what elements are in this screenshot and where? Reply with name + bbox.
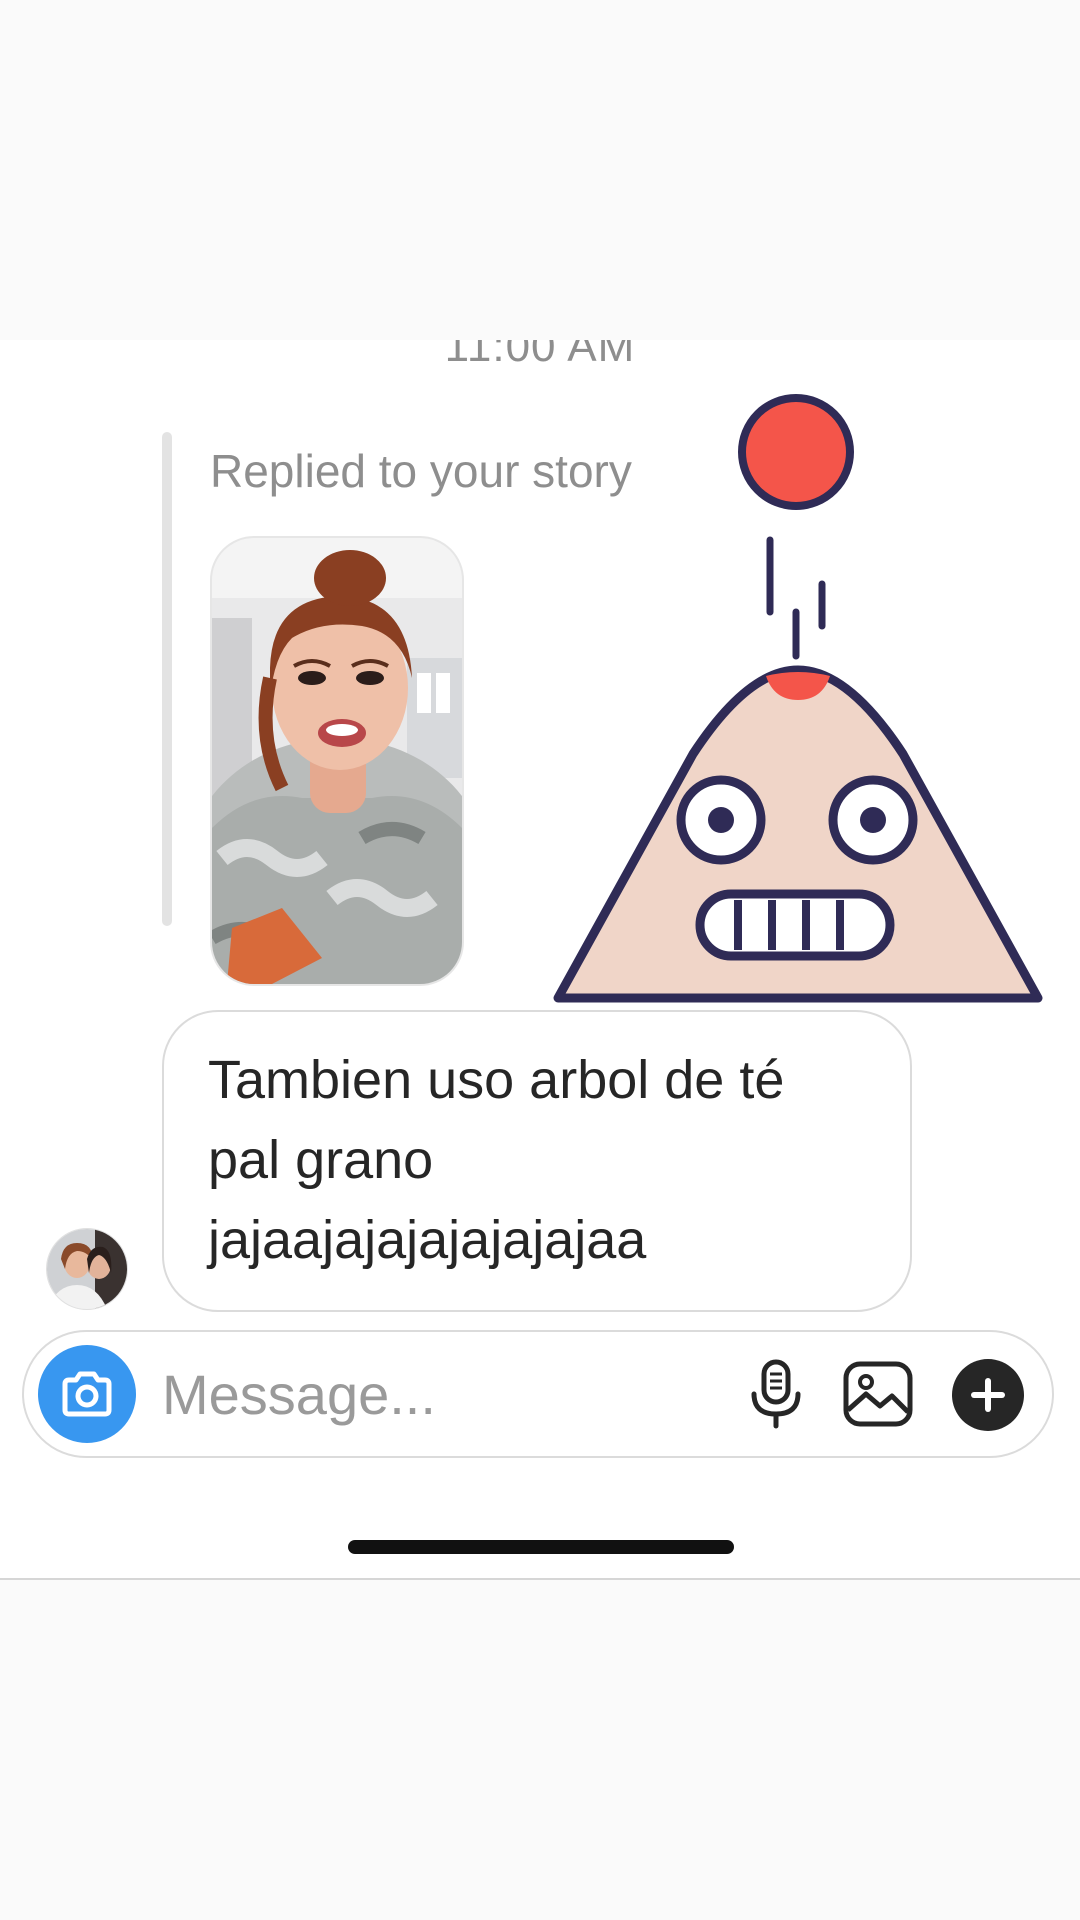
message-timestamp: 11:00 AM (444, 340, 636, 371)
more-options-button[interactable] (952, 1359, 1024, 1431)
message-composer (22, 1330, 1054, 1458)
gallery-icon (843, 1361, 913, 1427)
bottom-margin (0, 1580, 1080, 1920)
reply-indicator-bar (162, 432, 172, 926)
microphone-icon (751, 1359, 801, 1429)
message-bubble[interactable]: Tambien uso arbol de té pal grano jajaaj… (162, 1010, 912, 1312)
camera-button[interactable] (38, 1345, 136, 1443)
story-preview-image (212, 538, 462, 984)
sticker-red-ball (738, 394, 854, 510)
screenshot-page: 11:00 AM Replied to your story Tambien u… (0, 0, 1080, 1920)
avatar-photo (47, 1229, 127, 1309)
home-indicator[interactable] (348, 1540, 734, 1554)
plus-icon (971, 1378, 1005, 1412)
message-text: Tambien uso arbol de té pal grano jajaaj… (208, 1050, 785, 1270)
sticker-mouth (695, 889, 895, 961)
camera-icon (62, 1371, 112, 1417)
story-thumbnail[interactable] (210, 536, 464, 986)
top-margin (0, 0, 1080, 340)
sender-avatar[interactable] (46, 1228, 128, 1310)
robot-sticker[interactable] (548, 394, 1048, 1014)
voice-message-button[interactable] (736, 1354, 816, 1434)
gallery-button[interactable] (836, 1354, 920, 1434)
direct-message-thread[interactable]: 11:00 AM Replied to your story Tambien u… (0, 340, 1080, 1580)
message-input[interactable] (162, 1356, 702, 1432)
